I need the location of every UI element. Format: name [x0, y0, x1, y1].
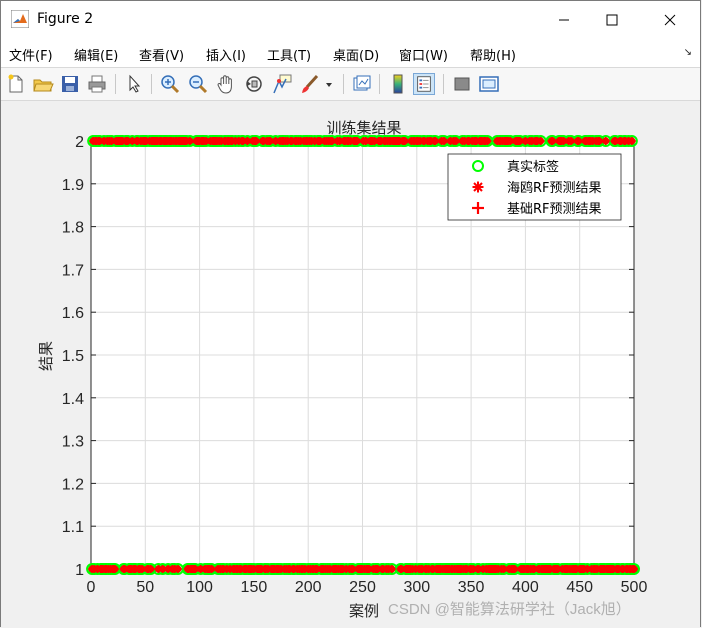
x-tick-label: 350	[458, 579, 485, 596]
toolbar-separator	[115, 74, 116, 94]
x-tick-label: 50	[136, 579, 154, 596]
menu-tools[interactable]: 工具(T)	[267, 45, 311, 64]
y-tick-label: 2	[75, 134, 84, 151]
pointer-icon[interactable]	[123, 73, 145, 95]
minimize-button[interactable]	[541, 1, 587, 39]
title-bar[interactable]: Figure 2	[1, 1, 700, 39]
y-tick-label: 1	[75, 562, 84, 579]
minimize-icon	[559, 19, 569, 21]
y-tick-label: 1.9	[62, 177, 84, 194]
y-tick-labels: 1 1.1 1.2 1.3 1.4 1.5 1.6 1.7 1.8 1.9 2	[62, 134, 84, 579]
toolbar-separator	[151, 74, 152, 94]
x-tick-label: 100	[186, 579, 213, 596]
menu-view[interactable]: 查看(V)	[139, 45, 184, 64]
axes-plot[interactable]: 0 50 100 150 200 250 300 350 400 450 500 1 1.1 1.2 1.…	[0, 100, 702, 628]
y-tick-label: 1.6	[62, 305, 84, 322]
menu-insert[interactable]: 插入(I)	[206, 45, 246, 64]
link-plot-icon[interactable]	[351, 73, 373, 95]
legend-label-seagull: 海鸥RF预测结果	[507, 180, 602, 196]
pan-hand-icon[interactable]	[215, 73, 237, 95]
menu-bar: 文件(F) 编辑(E) 查看(V) 插入(I) 工具(T) 桌面(D) 窗口(W…	[1, 39, 700, 67]
x-tick-label: 200	[295, 579, 322, 596]
hide-plot-tools-icon[interactable]	[451, 73, 473, 95]
figure-toolbar	[1, 67, 700, 101]
menu-desktop[interactable]: 桌面(D)	[333, 45, 379, 64]
zoom-in-icon[interactable]	[159, 73, 181, 95]
toolbar-separator	[343, 74, 344, 94]
save-icon[interactable]	[59, 73, 81, 95]
colorbar-icon[interactable]	[387, 73, 409, 95]
legend-label-base: 基础RF预测结果	[507, 202, 602, 217]
x-axis-label: 案例	[349, 602, 379, 620]
maximize-icon	[606, 14, 618, 26]
dropdown-arrow-icon[interactable]	[323, 73, 335, 95]
data-cursor-icon[interactable]	[271, 73, 293, 95]
y-tick-label: 1.4	[62, 391, 84, 408]
y-tick-label: 1.1	[62, 519, 84, 536]
menu-window[interactable]: 窗口(W)	[399, 45, 448, 64]
y-tick-label: 1.2	[62, 476, 84, 493]
chart-title: 训练集结果	[326, 119, 401, 137]
menu-file[interactable]: 文件(F)	[9, 45, 53, 64]
y-axis-label: 结果	[37, 341, 55, 371]
y-tick-label: 1.8	[62, 220, 84, 237]
legend-label-true: 真实标签	[507, 159, 559, 175]
rotate-3d-icon[interactable]	[243, 73, 265, 95]
y-tick-label: 1.3	[62, 434, 84, 451]
x-tick-labels: 0 50 100 150 200 250 300 350 400 450 500	[87, 579, 648, 596]
x-tick-label: 0	[87, 579, 96, 596]
x-tick-label: 250	[349, 579, 376, 596]
show-plot-tools-icon[interactable]	[478, 73, 500, 95]
new-figure-icon[interactable]	[5, 73, 27, 95]
legend-icon[interactable]	[413, 73, 435, 95]
menu-edit[interactable]: 编辑(E)	[74, 45, 118, 64]
open-file-icon[interactable]	[32, 73, 54, 95]
legend-marker-seagull	[472, 181, 484, 193]
close-icon	[664, 14, 676, 26]
x-tick-label: 150	[241, 579, 268, 596]
y-tick-label: 1.5	[62, 348, 84, 365]
toolbar-separator	[379, 74, 380, 94]
toolbar-separator	[443, 74, 444, 94]
x-tick-label: 500	[621, 579, 648, 596]
legend[interactable]: 真实标签 海鸥RF预测结果 基础RF预测结果	[447, 153, 622, 221]
brush-icon[interactable]	[299, 73, 321, 95]
x-tick-label: 300	[403, 579, 430, 596]
x-tick-label: 450	[566, 579, 593, 596]
zoom-out-icon[interactable]	[187, 73, 209, 95]
watermark: CSDN @智能算法研学社（Jack旭）	[388, 601, 631, 618]
matlab-logo-icon	[11, 10, 29, 28]
menu-overflow-icon[interactable]: ↘	[684, 47, 692, 58]
close-button[interactable]	[647, 1, 693, 39]
window-title: Figure 2	[37, 11, 94, 27]
menu-help[interactable]: 帮助(H)	[470, 45, 516, 64]
print-icon[interactable]	[86, 73, 108, 95]
x-tick-label: 400	[512, 579, 539, 596]
y-tick-label: 1.7	[62, 262, 84, 279]
maximize-button[interactable]	[589, 1, 635, 39]
